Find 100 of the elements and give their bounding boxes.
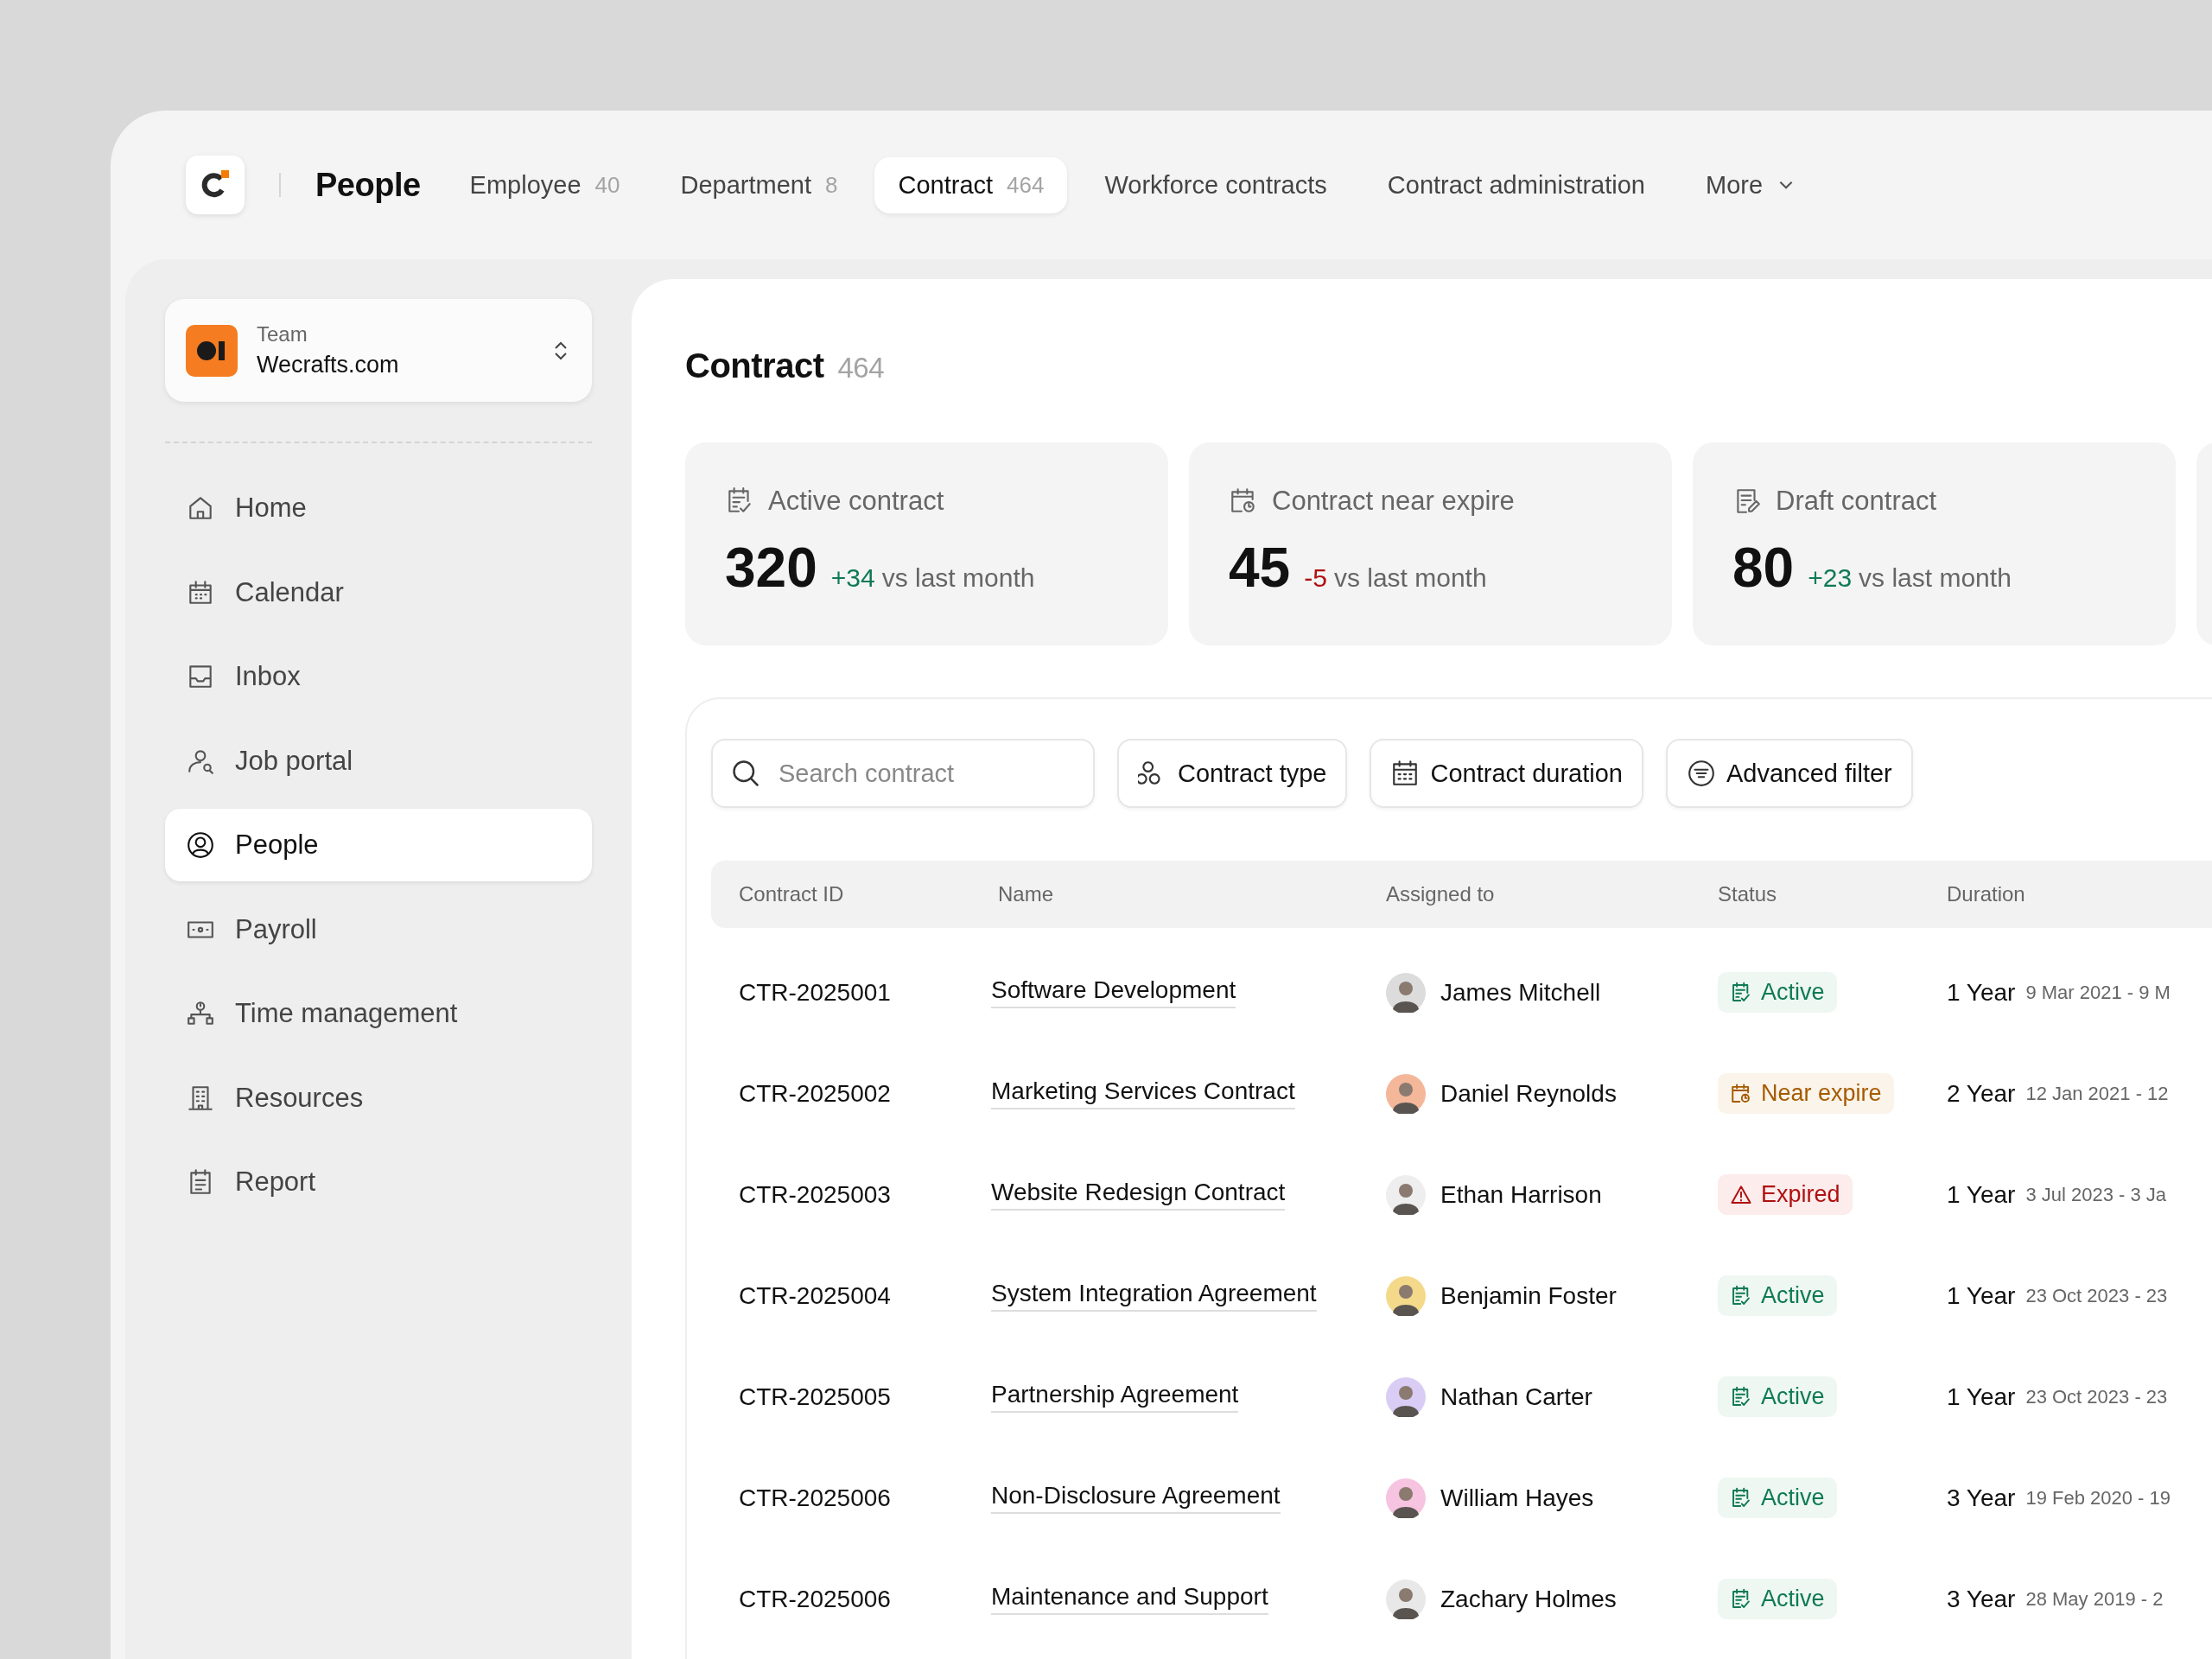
duration-period: 23 Oct 2023 - 23: [2025, 1385, 2168, 1408]
column-header: Status: [1718, 882, 1777, 906]
duration-years: 3 Year: [1947, 1484, 2016, 1512]
page-title: Contract: [685, 346, 824, 385]
sidebar-item[interactable]: Home: [165, 472, 592, 544]
assignee-name: Ethan Harrison: [1440, 1180, 1602, 1209]
contract-id: CTR-2025003: [739, 1180, 891, 1209]
column-header: Assigned to: [1386, 882, 1495, 906]
checklist-icon: [1730, 1587, 1752, 1611]
sidebar-item[interactable]: Time management: [165, 977, 592, 1050]
stat-label: Active contract: [768, 486, 944, 517]
duration-years: 1 Year: [1947, 1281, 2016, 1310]
filter-button[interactable]: Advanced filter: [1665, 739, 1913, 808]
sidebar-item[interactable]: Job portal: [165, 724, 592, 798]
sidebar-item[interactable]: Inbox: [165, 640, 592, 713]
sidebar-item[interactable]: People: [165, 809, 592, 881]
avatar: [1386, 1579, 1426, 1619]
filter-button[interactable]: Contract type: [1117, 739, 1348, 808]
page-count: 464: [837, 352, 884, 385]
contract-name-link[interactable]: Non-Disclosure Agreement: [991, 1482, 1281, 1514]
stat-value: 45: [1229, 536, 1291, 600]
checklist-icon: [1730, 1284, 1752, 1307]
stat-change: -5: [1304, 563, 1327, 593]
stat-value: 320: [725, 536, 817, 600]
nav-tab[interactable]: Workforce contracts: [1081, 156, 1351, 213]
duration-period: 12 Jan 2021 - 12: [2025, 1082, 2169, 1105]
duration-years: 1 Year: [1947, 1180, 2016, 1209]
duration-years: 1 Year: [1947, 1382, 2016, 1411]
contract-name-link[interactable]: Software Development: [991, 976, 1236, 1008]
filter-button[interactable]: Contract duration: [1370, 739, 1643, 808]
assignee-name: Daniel Reynolds: [1440, 1079, 1617, 1108]
assignee-name: Benjamin Foster: [1440, 1281, 1617, 1310]
column-header: Contract ID: [739, 882, 844, 906]
assignee-name: James Mitchell: [1440, 978, 1601, 1007]
duration-years: 1 Year: [1947, 978, 2016, 1007]
nav-tab[interactable]: Contract 464: [874, 156, 1068, 213]
nav-tab[interactable]: Employee 40: [446, 156, 644, 213]
status-badge: Active: [1718, 1376, 1837, 1417]
stat-change: +34: [830, 563, 875, 593]
team-logo: [186, 324, 238, 377]
stat-note: vs last month: [1333, 563, 1487, 593]
checklist-icon: [1730, 1486, 1752, 1510]
stat-value: 80: [1732, 536, 1795, 600]
avatar: [1386, 1174, 1426, 1215]
duration-period: 9 Mar 2021 - 9 M: [2025, 981, 2171, 1004]
team-switcher[interactable]: Team Wecrafts.com: [165, 299, 592, 402]
contract-name-link[interactable]: System Integration Agreement: [991, 1280, 1317, 1312]
column-header: Duration: [1947, 882, 2025, 906]
avatar: [1386, 972, 1426, 1013]
duration-period: 23 Oct 2023 - 23: [2025, 1284, 2168, 1307]
status-badge: Active: [1718, 972, 1837, 1013]
duration-years: 2 Year: [1947, 1079, 2016, 1108]
stat-label: Contract near expire: [1272, 486, 1515, 517]
column-header: Name: [998, 882, 1054, 906]
contract-id: CTR-2025005: [739, 1382, 891, 1411]
duration-period: 19 Feb 2020 - 19: [2025, 1486, 2171, 1510]
app-logo[interactable]: [186, 156, 245, 214]
stat-note: vs last month: [881, 563, 1035, 593]
search-field[interactable]: Search contract: [711, 739, 1095, 808]
warning-icon: [1730, 1183, 1752, 1206]
stat-label: Draft contract: [1776, 486, 1937, 517]
more-menu[interactable]: More: [1682, 156, 1820, 213]
checklist-icon: [1730, 1385, 1752, 1408]
nav-tab[interactable]: Department 8: [657, 156, 861, 213]
contract-name-link[interactable]: Maintenance and Support: [991, 1583, 1268, 1615]
status-badge: Expired: [1718, 1174, 1853, 1215]
avatar: [1386, 1275, 1426, 1316]
nav-tab[interactable]: Contract administration: [1363, 156, 1669, 213]
assignee-name: Nathan Carter: [1440, 1382, 1592, 1411]
avatar: [1386, 1073, 1426, 1114]
avatar: [1386, 1478, 1426, 1518]
app-title: People: [315, 166, 421, 204]
status-badge: Near expire: [1718, 1073, 1894, 1114]
contract-id: CTR-2025006: [739, 1484, 891, 1512]
contract-id: CTR-2025002: [739, 1079, 891, 1108]
assignee-name: William Hayes: [1440, 1484, 1594, 1512]
status-badge: Active: [1718, 1275, 1837, 1316]
sidebar-item[interactable]: Report: [165, 1146, 592, 1218]
chevron-updown-icon: [552, 340, 569, 361]
filter-icon: [1686, 759, 1716, 788]
duration-years: 3 Year: [1947, 1585, 2016, 1613]
duration-period: 3 Jul 2023 - 3 Ja: [2025, 1183, 2167, 1206]
contract-name-link[interactable]: Website Redesign Contract: [991, 1179, 1286, 1211]
sidebar-item[interactable]: Calendar: [165, 556, 592, 629]
assignee-name: Zachary Holmes: [1440, 1585, 1617, 1613]
calendar-clock-icon: [1730, 1082, 1752, 1105]
sidebar-item[interactable]: Resources: [165, 1061, 592, 1135]
status-badge: Active: [1718, 1579, 1837, 1619]
avatar: [1386, 1376, 1426, 1417]
status-badge: Active: [1718, 1478, 1837, 1518]
sidebar-item[interactable]: Payroll: [165, 893, 592, 966]
stat-note: vs last month: [1859, 563, 2012, 593]
contract-id: CTR-2025004: [739, 1281, 891, 1310]
contract-id: CTR-2025001: [739, 978, 891, 1007]
duration-period: 28 May 2019 - 2: [2025, 1587, 2164, 1611]
contract-name-link[interactable]: Marketing Services Contract: [991, 1077, 1295, 1109]
stat-change: +23: [1808, 563, 1853, 593]
checklist-icon: [1730, 981, 1752, 1004]
contract-name-link[interactable]: Partnership Agreement: [991, 1381, 1239, 1413]
contract-id: CTR-2025006: [739, 1585, 891, 1613]
